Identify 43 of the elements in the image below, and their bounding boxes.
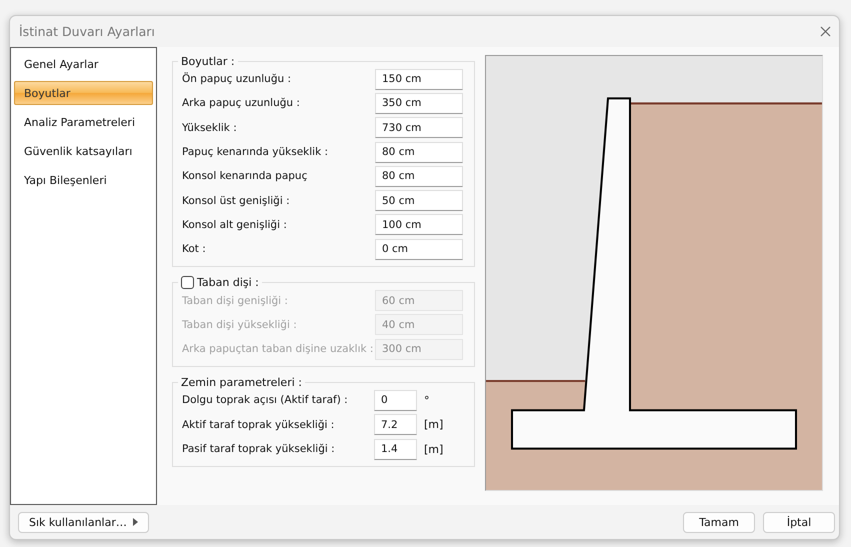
input-field[interactable]: 0 cm bbox=[375, 238, 463, 260]
group-title: Taban dişi : bbox=[197, 276, 259, 290]
group-title: Zemin parametreleri : bbox=[181, 376, 302, 390]
input-field[interactable]: 150 cm bbox=[375, 68, 463, 90]
field-label: Yükseklik : bbox=[182, 122, 238, 134]
sidebar-item[interactable]: Boyutlar bbox=[14, 81, 153, 105]
field-label: Papuç kenarında yükseklik : bbox=[182, 146, 330, 158]
field-label: Konsol kenarında papuç bbox=[182, 170, 308, 182]
field-label: Arka papuçtan taban dişine uzaklık : bbox=[182, 343, 374, 356]
input-field[interactable]: 1.4 bbox=[374, 438, 417, 460]
field-label: Ön papuç uzunluğu : bbox=[182, 73, 292, 86]
checkbox[interactable] bbox=[181, 276, 194, 290]
window-title: İstinat Duvarı Ayarları bbox=[19, 24, 155, 39]
sidebar-item[interactable]: Yapı Bileşenleri bbox=[14, 168, 153, 192]
favorites-button[interactable]: Sık kullanılanlar… bbox=[18, 512, 149, 532]
close-icon[interactable] bbox=[820, 26, 831, 37]
input-field[interactable]: 50 cm bbox=[375, 190, 463, 212]
field-label: Konsol alt genişliği : bbox=[182, 218, 288, 231]
sidebar-item[interactable]: Analiz Parametreleri bbox=[14, 110, 153, 134]
input-field[interactable]: 730 cm bbox=[375, 117, 463, 138]
field-label: Taban dişi yüksekliği : bbox=[182, 318, 298, 331]
unit-label: ° bbox=[423, 394, 430, 407]
unit-label: [m] bbox=[423, 418, 444, 432]
field-label: Dolgu toprak açısı (Aktif taraf) : bbox=[182, 394, 349, 406]
group-title: Boyutlar : bbox=[181, 55, 235, 68]
field-label: Pasif taraf toprak yüksekliği : bbox=[182, 443, 336, 455]
input-field[interactable]: 80 cm bbox=[375, 142, 463, 163]
field-label: Aktif taraf toprak yüksekliği : bbox=[182, 418, 336, 431]
sidebar-item[interactable]: Genel Ayarlar bbox=[14, 52, 153, 76]
field-label: Konsol üst genişliği : bbox=[182, 194, 291, 207]
input-field[interactable]: 350 cm bbox=[375, 92, 463, 114]
unit-label: [m] bbox=[423, 442, 444, 456]
input-field[interactable]: 80 cm bbox=[375, 166, 463, 187]
field-label: Kot : bbox=[182, 243, 207, 256]
input-field[interactable]: 100 cm bbox=[375, 214, 463, 236]
input-field[interactable]: 0 bbox=[374, 390, 417, 411]
dialog-button[interactable]: Tamam bbox=[683, 512, 755, 532]
input-field[interactable]: 7.2 bbox=[374, 414, 417, 436]
caret-icon bbox=[132, 518, 138, 526]
dialog-button[interactable]: İptal bbox=[763, 512, 835, 532]
field-label: Arka papuç uzunluğu : bbox=[182, 97, 301, 110]
field-label: Taban dişi genişliği : bbox=[182, 294, 289, 307]
sidebar-item[interactable]: Güvenlik katsayıları bbox=[14, 139, 153, 163]
